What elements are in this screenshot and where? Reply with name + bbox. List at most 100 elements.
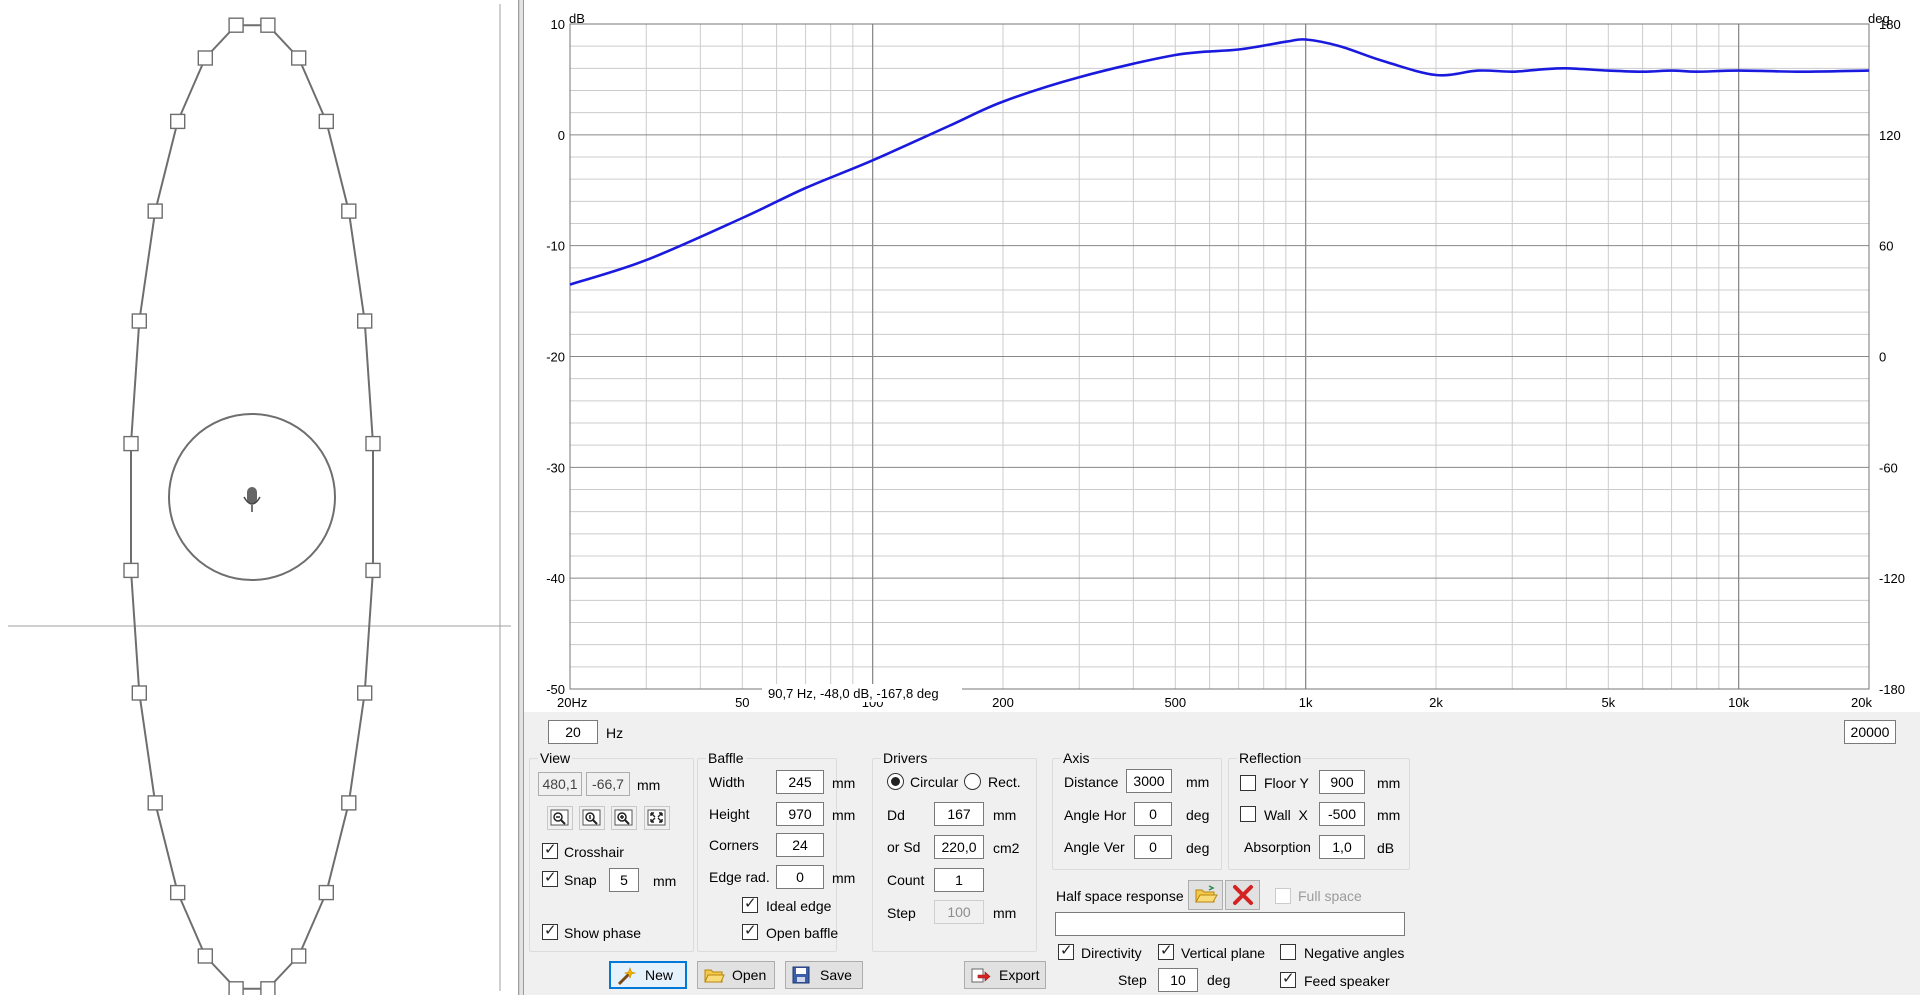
baffle-corner-handle[interactable] bbox=[147, 795, 163, 811]
baffle-corner-handle[interactable] bbox=[291, 50, 307, 66]
half-space-file-input[interactable] bbox=[1055, 912, 1405, 936]
show-phase-checkbox[interactable]: ✓ bbox=[542, 922, 558, 940]
baffle-corner-handle[interactable] bbox=[357, 685, 373, 701]
right-tick-label: -120 bbox=[1879, 571, 1905, 586]
show-phase-check-mark: ✓ bbox=[544, 922, 557, 939]
dir-step-unit: deg bbox=[1207, 972, 1231, 988]
freq-max-input[interactable] bbox=[1844, 720, 1896, 744]
angle-hor-input[interactable] bbox=[1134, 802, 1172, 826]
vertical-plane-check-mark: ✓ bbox=[1160, 942, 1173, 959]
rect-radio[interactable] bbox=[964, 773, 981, 790]
snap-check-mark: ✓ bbox=[544, 869, 557, 886]
zoom-fit-button[interactable] bbox=[579, 806, 605, 830]
negative-angles-checkbox[interactable] bbox=[1280, 944, 1296, 960]
rect-label: Rect. bbox=[988, 774, 1021, 790]
baffle-corner-handle[interactable] bbox=[197, 948, 214, 964]
baffle-corner-handle[interactable] bbox=[341, 203, 357, 219]
circular-radio[interactable] bbox=[887, 773, 904, 790]
baffle-corner-handle[interactable] bbox=[357, 313, 373, 329]
half-space-delete-button[interactable] bbox=[1225, 880, 1260, 910]
open-baffle-check-mark: ✓ bbox=[744, 922, 757, 939]
dd-input[interactable] bbox=[934, 802, 984, 826]
baffle-corner-handle[interactable] bbox=[341, 795, 357, 811]
directivity-check-mark: ✓ bbox=[1060, 942, 1073, 959]
open-button[interactable]: Open bbox=[697, 961, 775, 989]
zoom-in-icon bbox=[614, 809, 633, 826]
baffle-drawing[interactable] bbox=[0, 0, 519, 995]
save-button[interactable]: Save bbox=[785, 961, 863, 989]
baffle-corner-handle[interactable] bbox=[131, 685, 148, 701]
right-tick-label: 120 bbox=[1879, 128, 1901, 143]
new-button[interactable]: New bbox=[609, 961, 687, 989]
open-baffle-checkbox[interactable]: ✓ bbox=[742, 922, 758, 940]
baffle-view-canvas[interactable] bbox=[0, 0, 519, 995]
baffle-corner-handle[interactable] bbox=[123, 562, 139, 579]
baffle-corner-handle[interactable] bbox=[169, 113, 186, 130]
driver-step-unit: mm bbox=[993, 905, 1017, 921]
baffle-corner-handle[interactable] bbox=[318, 884, 334, 901]
directivity-checkbox[interactable]: ✓ bbox=[1058, 942, 1074, 960]
baffle-corner-handle[interactable] bbox=[228, 981, 244, 995]
freq-min-input[interactable] bbox=[548, 720, 598, 744]
floor-checkbox[interactable] bbox=[1240, 775, 1256, 791]
baffle-corner-handle[interactable] bbox=[260, 17, 276, 33]
baffle-corner-handle[interactable] bbox=[291, 948, 307, 964]
baffle-corners-label: Corners bbox=[709, 837, 759, 853]
frequency-response-graph[interactable]: 100-10-20-30-40-50180120600-60-120-18020… bbox=[524, 0, 1920, 720]
baffle-corner-handle[interactable] bbox=[131, 313, 148, 329]
x-tick-label: 2k bbox=[1429, 695, 1443, 710]
drivers-group-title: Drivers bbox=[881, 750, 930, 766]
snap-checkbox[interactable]: ✓ bbox=[542, 869, 558, 887]
dir-step-label: Step bbox=[1118, 972, 1147, 988]
circular-radio-dot bbox=[891, 777, 900, 786]
vertical-plane-checkbox[interactable]: ✓ bbox=[1158, 942, 1174, 960]
zoom-in-button[interactable] bbox=[611, 806, 637, 830]
wall-checkbox[interactable] bbox=[1240, 806, 1256, 822]
baffle-edge-label: Edge rad. bbox=[709, 869, 770, 885]
baffle-corner-handle[interactable] bbox=[318, 113, 334, 130]
baffle-width-input[interactable] bbox=[776, 770, 824, 794]
baffle-corner-handle[interactable] bbox=[197, 50, 214, 66]
baffle-edge-input[interactable] bbox=[776, 865, 824, 889]
angle-ver-label: Angle Ver bbox=[1064, 839, 1125, 855]
axis-group-title: Axis bbox=[1061, 750, 1092, 766]
full-space-checkbox bbox=[1275, 888, 1291, 904]
ideal-edge-checkbox[interactable]: ✓ bbox=[742, 895, 758, 913]
export-button[interactable]: Export bbox=[964, 961, 1046, 989]
snap-input[interactable] bbox=[609, 868, 639, 892]
count-input[interactable] bbox=[934, 868, 984, 892]
baffle-corner-handle[interactable] bbox=[147, 203, 163, 219]
feed-speaker-label: Feed speaker bbox=[1304, 973, 1390, 989]
crosshair-label: Crosshair bbox=[564, 844, 624, 860]
baffle-height-label: Height bbox=[709, 806, 750, 822]
half-space-open-button[interactable] bbox=[1188, 880, 1223, 910]
right-tick-label: -180 bbox=[1879, 682, 1905, 697]
new-button-label: New bbox=[645, 967, 674, 983]
right-tick-label: 0 bbox=[1879, 350, 1886, 365]
floor-input[interactable] bbox=[1319, 770, 1365, 794]
baffle-corner-handle[interactable] bbox=[228, 17, 244, 33]
baffle-corner-handle[interactable] bbox=[260, 981, 276, 995]
dd-label: Dd bbox=[887, 807, 905, 823]
ideal-edge-check-mark: ✓ bbox=[744, 895, 757, 912]
baffle-corner-handle[interactable] bbox=[365, 562, 381, 579]
sd-input[interactable] bbox=[934, 835, 984, 859]
wall-input[interactable] bbox=[1319, 802, 1365, 826]
absorption-input[interactable] bbox=[1319, 835, 1365, 859]
baffle-height-input[interactable] bbox=[776, 802, 824, 826]
dir-step-input[interactable] bbox=[1158, 968, 1198, 992]
left-axis-unit: dB bbox=[569, 11, 585, 26]
angle-hor-label: Angle Hor bbox=[1064, 807, 1127, 823]
distance-input[interactable] bbox=[1126, 769, 1172, 793]
zoom-extents-button[interactable] bbox=[644, 806, 670, 830]
baffle-corners-input[interactable] bbox=[776, 833, 824, 857]
crosshair-checkbox[interactable]: ✓ bbox=[542, 841, 558, 859]
feed-speaker-checkbox[interactable]: ✓ bbox=[1280, 970, 1296, 988]
baffle-corner-handle[interactable] bbox=[365, 435, 381, 452]
baffle-corner-handle[interactable] bbox=[123, 435, 139, 452]
sd-label: or Sd bbox=[887, 839, 921, 855]
zoom-out-button[interactable] bbox=[547, 806, 573, 830]
angle-ver-input[interactable] bbox=[1134, 835, 1172, 859]
feed-speaker-check-mark: ✓ bbox=[1282, 970, 1295, 987]
baffle-corner-handle[interactable] bbox=[169, 884, 186, 901]
